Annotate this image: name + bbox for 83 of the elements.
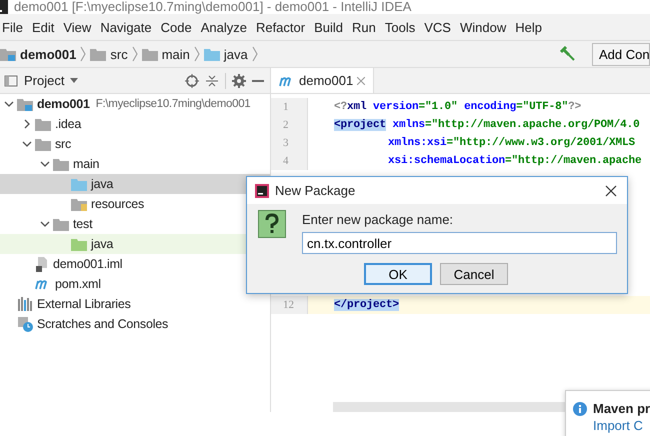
breadcrumb-item[interactable]: main bbox=[142, 46, 190, 62]
line-number: 4 bbox=[271, 152, 307, 170]
locate-icon[interactable] bbox=[185, 74, 199, 88]
tree-item[interactable]: demo001.iml bbox=[0, 254, 270, 274]
tree-item[interactable]: External Libraries bbox=[0, 294, 270, 314]
menu-item[interactable]: Code bbox=[160, 20, 192, 34]
dialog-title: New Package bbox=[275, 183, 356, 198]
menu-item[interactable]: Refactor bbox=[256, 20, 306, 34]
caret-down-icon[interactable] bbox=[70, 78, 78, 84]
line-number: 12 bbox=[271, 296, 307, 314]
app-icon bbox=[255, 184, 269, 198]
tree-item[interactable]: .idea bbox=[0, 114, 270, 134]
info-icon bbox=[573, 402, 587, 416]
tree-item[interactable]: src bbox=[0, 134, 270, 154]
collapse-icon[interactable] bbox=[205, 74, 219, 88]
window-title: demo001 [F:\myeclipse10.7ming\demo001] - demo001 - IntelliJ IDEA bbox=[14, 0, 412, 14]
tree-item[interactable]: Scratches and Consoles bbox=[0, 314, 270, 334]
folder-icon bbox=[35, 138, 51, 150]
chevron-down-icon[interactable] bbox=[40, 219, 50, 229]
panel-title[interactable]: Project bbox=[24, 73, 64, 88]
project-icon bbox=[4, 74, 18, 88]
menu-item[interactable]: VCS bbox=[424, 20, 451, 34]
scratches-icon bbox=[17, 316, 33, 332]
line-number: 2 bbox=[271, 116, 307, 134]
menu-item[interactable]: Analyze bbox=[200, 20, 247, 34]
code-line: xsi:schemaLocation="http://maven.apache bbox=[387, 155, 642, 167]
close-icon[interactable] bbox=[605, 184, 617, 196]
folder-icon bbox=[71, 238, 87, 250]
chevron-right-icon bbox=[80, 46, 86, 62]
folder-icon bbox=[53, 218, 69, 230]
folder-icon bbox=[71, 198, 87, 210]
menu-item[interactable]: Build bbox=[314, 20, 344, 34]
code-line: <project xmlns="http://maven.apache.org/POM/4.0 bbox=[334, 119, 640, 131]
folder-icon bbox=[204, 48, 220, 60]
chevron-right-icon bbox=[132, 46, 138, 62]
chevron-right-icon bbox=[194, 46, 200, 62]
notification-title: Maven pr bbox=[593, 401, 650, 416]
code-line: <?xml version="1.0" encoding="UTF-8"?> bbox=[334, 101, 582, 113]
menu-item[interactable]: Window bbox=[460, 20, 506, 34]
chevron-right-icon[interactable] bbox=[22, 119, 32, 129]
code-line: xmlns:xsi="http://www.w3.org/2001/XMLS bbox=[387, 137, 636, 149]
folder-icon bbox=[53, 158, 69, 170]
hammer-icon[interactable] bbox=[560, 46, 576, 62]
folder-icon bbox=[17, 98, 33, 110]
menu-item[interactable]: Help bbox=[515, 20, 542, 34]
library-icon bbox=[17, 297, 33, 311]
import-link[interactable]: Import C bbox=[573, 418, 650, 433]
chevron-down-icon[interactable] bbox=[40, 159, 50, 169]
breadcrumb-item[interactable]: demo001 bbox=[0, 46, 76, 62]
module-file-icon bbox=[35, 256, 49, 272]
menu-item[interactable]: Navigate bbox=[100, 20, 152, 34]
chevron-down-icon[interactable] bbox=[22, 139, 32, 149]
folder-icon bbox=[90, 48, 106, 60]
folder-icon bbox=[71, 178, 87, 190]
add-configuration-button[interactable]: Add Con bbox=[592, 42, 650, 66]
tree-item[interactable]: test bbox=[0, 214, 270, 234]
tree-item[interactable]: pom.xml bbox=[0, 274, 270, 294]
menu-item[interactable]: Tools bbox=[384, 20, 416, 34]
folder-icon bbox=[35, 118, 51, 130]
path-text: F:\myeclipse10.7ming\demo001 bbox=[96, 98, 250, 110]
package-name-field[interactable]: cn.tx.controller bbox=[302, 232, 617, 254]
question-icon bbox=[258, 210, 286, 238]
settings-icon[interactable] bbox=[232, 74, 246, 88]
menu-item[interactable]: View bbox=[63, 20, 92, 34]
editor-tab[interactable]: demo001 bbox=[271, 68, 374, 93]
tree-item[interactable]: java bbox=[0, 174, 270, 194]
folder-icon bbox=[142, 48, 158, 60]
tree-item[interactable]: demo001 F:\myeclipse10.7ming\demo001 bbox=[0, 94, 270, 114]
tree-item[interactable]: main bbox=[0, 154, 270, 174]
line-number: 3 bbox=[271, 134, 307, 152]
breadcrumb-item[interactable]: src bbox=[90, 46, 128, 62]
tree-item[interactable]: resources bbox=[0, 194, 270, 214]
line-number: 1 bbox=[271, 98, 307, 116]
ok-button[interactable]: OK bbox=[364, 263, 432, 285]
cancel-button[interactable]: Cancel bbox=[440, 263, 508, 285]
chevron-down-icon[interactable] bbox=[4, 99, 14, 109]
chevron-right-icon bbox=[252, 46, 258, 62]
folder-icon bbox=[0, 48, 16, 60]
breadcrumb-item[interactable]: java bbox=[204, 46, 248, 62]
menu-item[interactable]: Run bbox=[352, 20, 376, 34]
prompt-text: Enter new package name: bbox=[302, 212, 454, 228]
menu-item[interactable]: Edit bbox=[32, 20, 54, 34]
menu-item[interactable]: File bbox=[2, 20, 23, 34]
